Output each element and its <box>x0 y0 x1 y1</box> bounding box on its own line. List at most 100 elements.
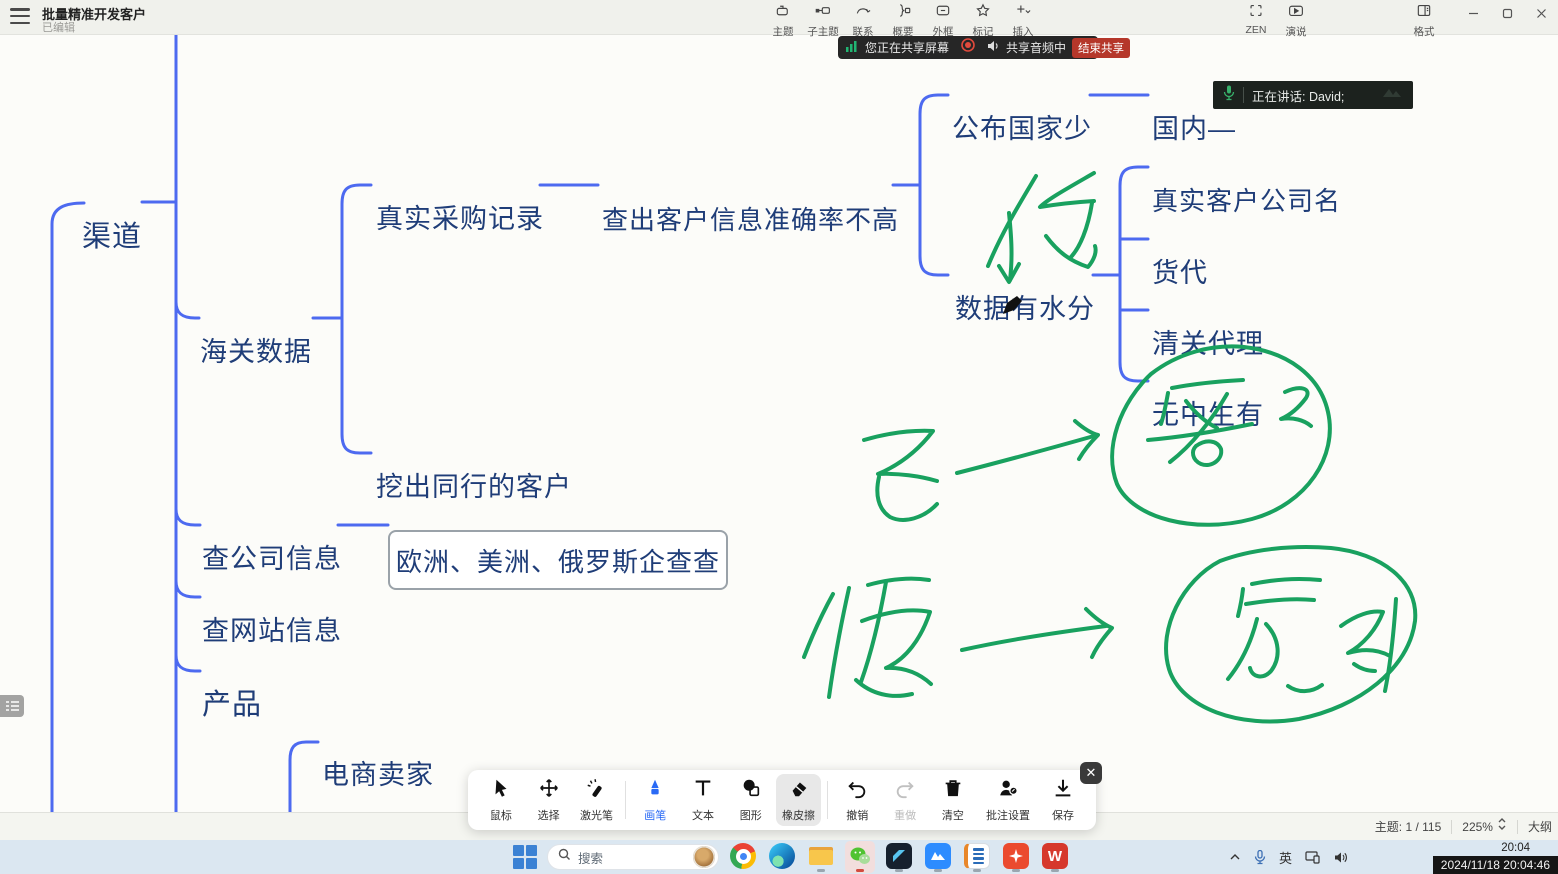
cursor-icon <box>490 777 512 804</box>
topic-button[interactable]: 主题 <box>763 2 803 39</box>
play-icon <box>1286 2 1306 24</box>
mindmap-node-domestic[interactable]: 国内— <box>1152 116 1236 143</box>
mindmap-node-real-purchase-records[interactable]: 真实采购记录 <box>376 206 544 233</box>
mindmap-node-few-countries[interactable]: 公布国家少 <box>952 116 1092 143</box>
maximize-button[interactable] <box>1490 0 1524 26</box>
mindmap-node-made-up[interactable]: 无中生有 <box>1152 402 1264 429</box>
tray-mic-icon[interactable] <box>1254 850 1266 865</box>
mindmap-node-customs-data[interactable]: 海关数据 <box>200 339 312 366</box>
start-button[interactable] <box>512 844 538 870</box>
shape-tool-button[interactable]: 图形 <box>728 774 774 826</box>
mindmap-node-website-info[interactable]: 查网站信息 <box>202 618 342 645</box>
taskbar-search[interactable]: 搜索 <box>547 844 719 870</box>
relationship-button[interactable]: 联系 <box>843 2 883 39</box>
stop-share-button[interactable]: 结束共享 <box>1072 38 1130 58</box>
speaking-banner: 正在讲话: David; <box>1213 81 1413 109</box>
insert-button[interactable]: 插入 <box>1003 2 1043 39</box>
undo-button[interactable]: 撤销 <box>834 774 880 826</box>
taskbar-app-dark-tool[interactable] <box>884 841 914 873</box>
mic-icon <box>1223 85 1235 106</box>
taskbar-app-red[interactable] <box>1001 841 1031 873</box>
format-button[interactable]: 格式 <box>1404 2 1444 39</box>
minimize-button[interactable] <box>1456 0 1490 26</box>
marker-button[interactable]: 标记 <box>963 2 1003 39</box>
eraser-icon <box>788 777 810 804</box>
laser-tool-button[interactable]: 激光笔 <box>574 774 620 826</box>
mindmap-canvas[interactable]: 渠道 海关数据 真实采购记录 查出客户信息准确率不高 公布国家少 国内— 数据有… <box>0 35 1558 812</box>
eraser-tool-button[interactable]: 橡皮擦 <box>776 774 822 826</box>
taskbar-app-edge[interactable] <box>767 841 797 873</box>
redo-button[interactable]: 重做 <box>882 774 928 826</box>
mindmap-node-real-company-name[interactable]: 真实客户公司名 <box>1152 188 1341 214</box>
right-toolbar: ZEN 演说 <box>1236 2 1316 39</box>
speaking-text: 正在讲话: David; <box>1252 86 1344 105</box>
share-audio-text: 共享音频中 <box>1006 39 1066 56</box>
mindmap-node-freight-forwarder[interactable]: 货代 <box>1152 260 1208 287</box>
clear-all-button[interactable]: 清空 <box>930 774 976 826</box>
signal-bars-icon <box>846 39 859 57</box>
taskbar-app-chrome[interactable] <box>728 841 758 873</box>
tray-speaker-icon[interactable] <box>1334 851 1348 864</box>
annotator-icon <box>997 777 1019 804</box>
taskbar-app-notes[interactable] <box>962 841 992 873</box>
annotation-settings-button[interactable]: 批注设置 <box>978 774 1038 826</box>
tray-chevron-icon[interactable] <box>1229 852 1241 862</box>
mouse-tool-button[interactable]: 鼠标 <box>478 774 524 826</box>
zoom-control[interactable]: 225% <box>1462 817 1507 836</box>
mindmap-node-customs-broker[interactable]: 清关代理 <box>1152 331 1264 358</box>
taskbar-app-wechat[interactable] <box>845 841 875 873</box>
annotation-toolbar: 鼠标 选择 激光笔 画笔 文本 图形 橡皮擦 撤销 <box>468 770 1096 830</box>
save-annotation-button[interactable]: 保存 <box>1040 774 1086 826</box>
taskbar: 搜索 W 英 20:04 2024/11/18 20:04:46 <box>0 840 1558 874</box>
move-icon <box>538 777 560 804</box>
mindmap-node-peer-customers[interactable]: 挖出同行的客户 <box>376 474 572 501</box>
laser-pointer-icon <box>585 777 607 804</box>
chrome-icon <box>730 843 756 869</box>
document-status: 已编辑 <box>42 19 75 35</box>
search-placeholder: 搜索 <box>578 848 686 867</box>
mindmap-node-low-accuracy[interactable]: 查出客户信息准确率不高 <box>602 207 899 233</box>
outline-toggle[interactable]: 大纲 <box>1528 818 1552 835</box>
search-icon <box>558 848 571 866</box>
wps-icon: W <box>1042 843 1068 869</box>
taskbar-app-voov-meeting[interactable] <box>923 841 953 873</box>
select-tool-button[interactable]: 选择 <box>526 774 572 826</box>
summary-button[interactable]: 概要 <box>883 2 923 39</box>
mindmap-node-qichacha[interactable]: 欧洲、美洲、俄罗斯企查查 <box>388 530 728 590</box>
mindmap-node-ecommerce-seller[interactable]: 电商卖家 <box>322 762 434 789</box>
taskbar-app-wps[interactable]: W <box>1040 841 1070 873</box>
tray-ime-indicator[interactable]: 英 <box>1279 848 1292 867</box>
search-highlight-image[interactable] <box>693 846 715 868</box>
audio-icon <box>987 39 1000 57</box>
relationship-icon <box>853 2 873 24</box>
close-button[interactable] <box>1524 0 1558 26</box>
close-annotation-toolbar-button[interactable]: ✕ <box>1080 762 1102 784</box>
trash-icon <box>942 777 964 804</box>
outline-tab-button[interactable] <box>0 695 24 717</box>
zoom-level: 225% <box>1462 820 1493 834</box>
plus-chevron-icon <box>1013 2 1033 24</box>
tray-display-icon[interactable] <box>1305 851 1321 864</box>
zen-mode-button[interactable]: ZEN <box>1236 2 1276 39</box>
text-tool-button[interactable]: 文本 <box>680 774 726 826</box>
mindmap-node-data-watered[interactable]: 数据有水分 <box>955 296 1095 323</box>
shapes-icon <box>740 777 762 804</box>
mindmap-node-product[interactable]: 产品 <box>202 691 262 720</box>
taskbar-app-file-explorer[interactable] <box>806 841 836 873</box>
datetime-tooltip: 2024/11/18 20:04:46 <box>1433 856 1558 874</box>
topic-icon <box>773 2 793 24</box>
wechat-icon <box>847 843 873 869</box>
pitch-mode-button[interactable]: 演说 <box>1276 2 1316 39</box>
topic-counter: 主题: 1 / 115 <box>1375 818 1441 835</box>
pen-tool-button[interactable]: 画笔 <box>632 774 678 826</box>
taskbar-clock[interactable]: 20:04 <box>1501 842 1530 854</box>
mindmap-node-company-info[interactable]: 查公司信息 <box>202 546 342 573</box>
zoom-stepper-icon[interactable] <box>1497 817 1507 836</box>
record-icon[interactable] <box>961 38 975 57</box>
window-controls <box>1456 0 1558 26</box>
menu-icon[interactable] <box>10 8 30 24</box>
app-titlebar: 批量精准开发客户 已编辑 主题 子主题 联系 概要 外框 <box>0 0 1558 35</box>
subtopic-button[interactable]: 子主题 <box>803 2 843 39</box>
boundary-button[interactable]: 外框 <box>923 2 963 39</box>
mindmap-node-channel[interactable]: 渠道 <box>82 223 142 252</box>
